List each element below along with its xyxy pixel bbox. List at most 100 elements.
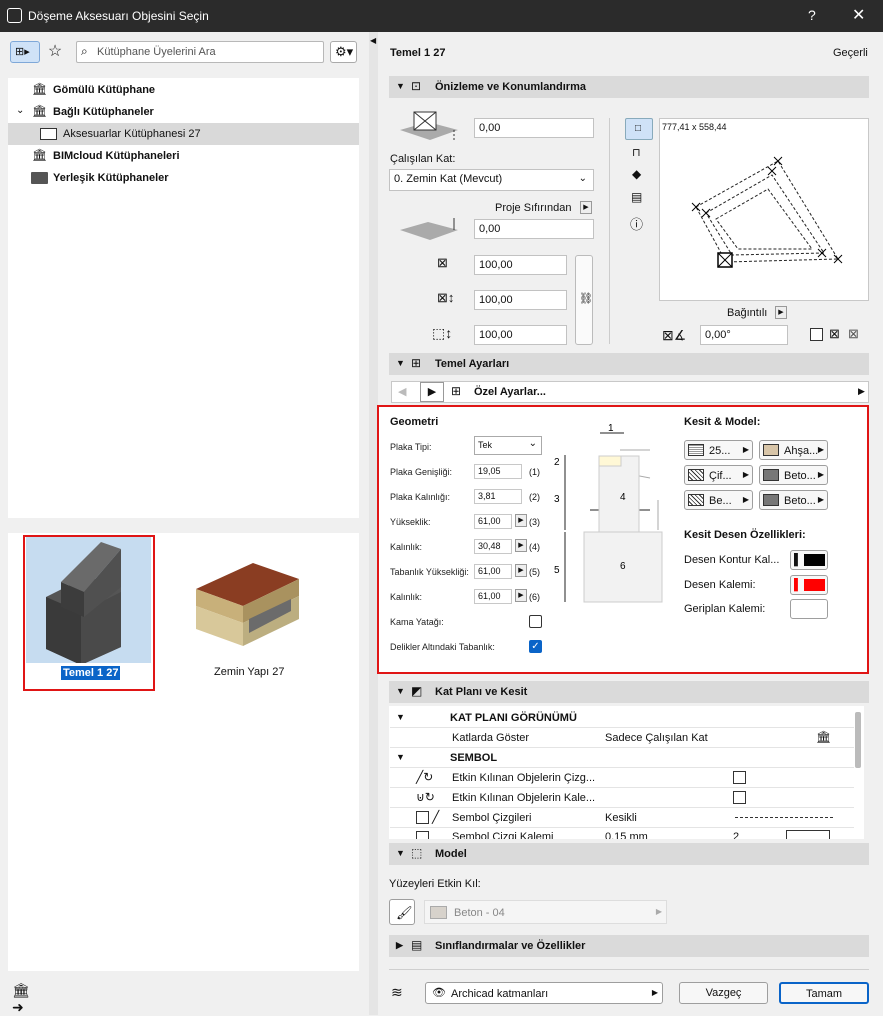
library-manager-icon[interactable]: 🏛➜ (12, 982, 36, 1015)
row-override-lines[interactable]: ╱↻ Etkin Kılınan Objelerin Çizg... (390, 768, 854, 788)
3d-view-icon[interactable]: ◆ (632, 167, 641, 181)
floor-structure-preview-image (196, 563, 299, 646)
gear-icon: ⚙▾ (335, 44, 354, 59)
help-button[interactable]: ? (808, 7, 816, 23)
pattern-pen-button[interactable]: ▌ (790, 575, 828, 595)
tree-item-builtin[interactable]: Yerleşik Kütüphaneler (8, 167, 359, 189)
footing-thickness-toggle[interactable]: ▶ (515, 589, 527, 602)
section-classification[interactable]: ▶ ▤ Sınıflandırmalar ve Özellikler (389, 935, 869, 957)
override-pens-checkbox[interactable] (733, 791, 746, 804)
dimension-x-input[interactable]: 100,00 (474, 255, 567, 275)
library-settings-button[interactable]: ⚙▾ (330, 41, 357, 63)
plate-thickness-input[interactable]: 3,81 (474, 489, 522, 504)
section-view-icon[interactable]: ⊓ (632, 146, 641, 159)
relative-toggle[interactable]: ▶ (775, 306, 787, 319)
story-select[interactable]: 0. Zemin Kat (Mevcut) ⌄ (389, 169, 594, 191)
dimension-z-input[interactable]: 100,00 (474, 325, 567, 345)
section-basic-settings[interactable]: ▼ ⊞ Temel Ayarları (389, 353, 869, 375)
chevron-down-icon[interactable]: ⌄ (16, 105, 24, 116)
search-input[interactable]: ⌕ Kütüphane Üyelerini Ara (76, 41, 324, 63)
thickness-toggle[interactable]: ▶ (515, 539, 527, 552)
folder-icon (31, 172, 48, 184)
tree-item-embedded[interactable]: 🏛 Gömülü Kütüphane (8, 79, 359, 101)
angle-input[interactable]: 0,00° (700, 325, 788, 345)
preview-canvas[interactable]: 777,41 x 558,44 (659, 118, 869, 301)
library-building-icon: 🏛 (816, 730, 832, 744)
paint-brush-button[interactable]: 🖌 (389, 899, 415, 925)
height-input[interactable]: 61,00 (474, 514, 512, 529)
fill-button-2[interactable]: Çif... ▶ (684, 465, 753, 485)
width-x-icon: ⊠ (437, 255, 448, 270)
keyway-checkbox[interactable] (529, 615, 542, 628)
mirror-x-icon[interactable]: ⊠ (829, 326, 840, 342)
background-pen-button[interactable] (790, 599, 828, 619)
plate-width-input[interactable]: 19,05 (474, 464, 522, 479)
thumbnail-zemin-yapi[interactable] (191, 551, 301, 651)
row-symbol-pen[interactable]: Sembol Çizgi Kalemi 0,15 mm 2 (390, 828, 854, 839)
symbol-lines-checkbox[interactable] (416, 811, 429, 824)
custom-settings-label[interactable]: Özel Ayarlar... (474, 386, 546, 398)
library-view-toggle[interactable]: ⊞▸ (10, 41, 40, 63)
project-zero-label: Proje Sıfırından (495, 202, 572, 214)
fill-pattern-icon (688, 444, 704, 456)
row-symbol-lines[interactable]: ╱ Sembol Çizgileri Kesikli (390, 808, 854, 828)
ok-button[interactable]: Tamam (779, 982, 869, 1004)
elevation-input[interactable]: 0,00 (474, 118, 594, 138)
dim-label-6: 6 (620, 561, 626, 572)
previous-page-button[interactable]: ◀ (398, 385, 406, 398)
thickness-label: Kalınlık: (390, 542, 423, 552)
mirror-checkbox[interactable] (810, 328, 823, 341)
footing-under-openings-checkbox[interactable]: ✓ (529, 640, 542, 653)
section-model[interactable]: ▼ ⬚ Model (389, 843, 869, 865)
plate-type-select[interactable]: Tek ⌄ (474, 436, 542, 455)
footing-height-input[interactable]: 61,00 (474, 564, 512, 579)
film-icon[interactable]: ▤ (631, 190, 642, 204)
favorites-star-icon[interactable]: ☆ (45, 41, 65, 61)
group-symbol[interactable]: ▼ SEMBOL (390, 748, 854, 768)
layer-select[interactable]: 👁 Archicad katmanları ▶ (425, 982, 663, 1004)
project-zero-toggle[interactable]: ▶ (580, 201, 592, 214)
height-toggle[interactable]: ▶ (515, 514, 527, 527)
fill-button-1[interactable]: 25... ▶ (684, 440, 753, 460)
tree-item-bimcloud[interactable]: 🏛 BIMcloud Kütüphaneleri (8, 145, 359, 167)
dimension-y-input[interactable]: 100,00 (474, 290, 567, 310)
next-page-button[interactable]: ▶ (420, 382, 444, 402)
surface-select[interactable]: Beton - 04 ▶ (424, 900, 667, 924)
folder-icon (40, 128, 57, 140)
brush-icon: 🖌 (396, 905, 413, 920)
dim-label-5: 5 (554, 565, 560, 576)
surface-button-3[interactable]: Beto... ▶ (759, 490, 828, 510)
project-zero-input[interactable]: 0,00 (474, 219, 594, 239)
background-pen-label: Geriplan Kalemi: (684, 603, 766, 615)
plan-view-button[interactable]: □ (625, 118, 653, 140)
cancel-button[interactable]: Vazgeç (679, 982, 768, 1004)
section-preview-positioning[interactable]: ▼ ⊡ Önizleme ve Konumlandırma (389, 76, 869, 98)
info-icon[interactable]: ⓘ (630, 214, 643, 233)
thumbnail-label-zemin-yapi: Zemin Yapı 27 (214, 666, 285, 678)
tree-item-accessories-library[interactable]: Aksesuarlar Kütüphanesi 27 (8, 123, 359, 145)
row-override-pens[interactable]: ⊍↻ Etkin Kılınan Objelerin Kale... (390, 788, 854, 808)
section-floor-plan[interactable]: ▼ ◩ Kat Planı ve Kesit (389, 681, 869, 703)
footing-thickness-input[interactable]: 61,00 (474, 589, 512, 604)
contour-pen-button[interactable]: ▌ (790, 550, 828, 570)
scrollbar-thumb[interactable] (855, 712, 861, 768)
row-show-on-stories[interactable]: Katlarda Göster Sadece Çalışılan Kat 🏛 (390, 728, 854, 748)
surface-button-1[interactable]: Ahşa... ▶ (759, 440, 828, 460)
custom-settings-bar: ◀ ▶ ⊞ Özel Ayarlar... ▶ (391, 381, 869, 403)
library-building-icon: 🏛 (32, 104, 48, 118)
footing-height-toggle[interactable]: ▶ (515, 564, 527, 577)
contour-pen-label: Desen Kontur Kal... (684, 554, 780, 566)
thickness-input[interactable]: 30,48 (474, 539, 512, 554)
tree-item-linked[interactable]: ⌄ 🏛 Bağlı Kütüphaneler (8, 101, 359, 123)
expand-arrow-icon[interactable]: ▶ (858, 386, 865, 397)
group-floor-plan-display[interactable]: ▼ KAT PLANI GÖRÜNÜMÜ (390, 708, 854, 728)
override-lines-checkbox[interactable] (733, 771, 746, 784)
fill-button-3[interactable]: Be... ▶ (684, 490, 753, 510)
close-button[interactable]: ✕ (852, 5, 865, 25)
elevation-box-icon (400, 111, 458, 142)
angle-icon: ⊠∡ (662, 327, 687, 343)
footing-section-diagram: 1 2 3 4 5 6 (554, 423, 663, 603)
proportion-chain-button[interactable]: ⛓ (575, 255, 593, 345)
surface-button-2[interactable]: Beto... ▶ (759, 465, 828, 485)
mirror-dashed-icon[interactable]: ⊠ (848, 326, 859, 342)
